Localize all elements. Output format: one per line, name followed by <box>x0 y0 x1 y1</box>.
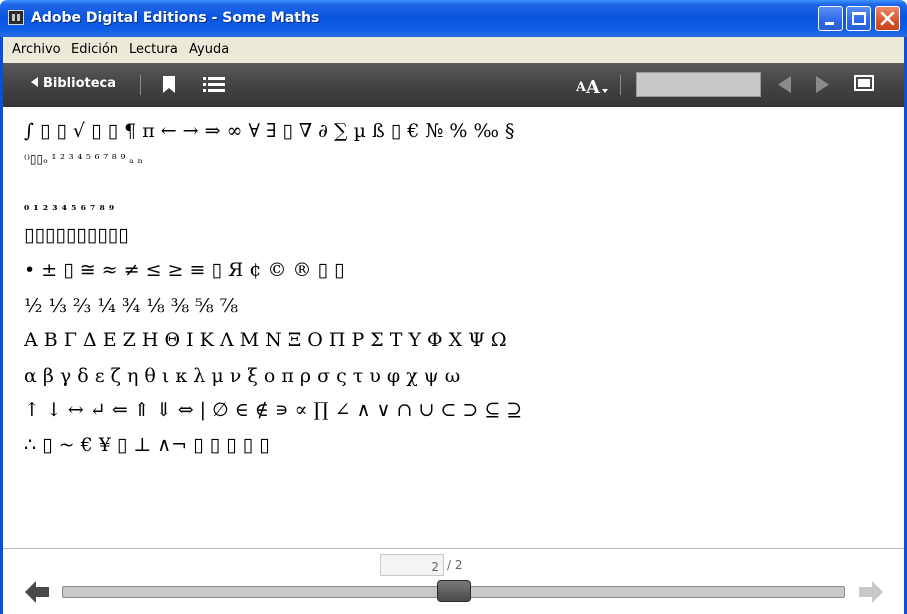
app-icon <box>8 10 24 25</box>
page-total: / 2 <box>447 558 463 572</box>
menu-lectura[interactable]: Lectura <box>129 42 178 57</box>
window-title: Adobe Digital Editions - Some Maths <box>31 10 320 26</box>
toolbar-separator <box>140 75 141 95</box>
previous-page-arrow-icon[interactable] <box>25 581 49 603</box>
pager-bar: / 2 <box>3 548 904 614</box>
minimize-button[interactable] <box>818 6 843 31</box>
toolbar: Biblioteca A A <box>3 63 904 107</box>
close-icon <box>880 11 895 26</box>
content-line: ▯▯▯▯▯▯▯▯▯▯ <box>24 224 129 246</box>
next-page-icon[interactable] <box>815 76 829 93</box>
content-line: ↑ ↓ ↔ ↵ ⇐ ⇑ ⇓ ⇔ | ∅ ∈ ∉ ∍ ∝ ∏ ∠ ∧ ∨ ∩ ∪ … <box>24 399 523 421</box>
menu-ayuda[interactable]: Ayuda <box>189 42 229 57</box>
content-line: ∫ ▯ ▯ √ ▯ ▯ ¶ π ← → ⇒ ∞ ∀ ∃ ▯ ∇ ∂ ∑ µ ß … <box>24 120 515 142</box>
content-line: ½ ⅓ ⅔ ¼ ¾ ⅛ ⅜ ⅝ ⅞ <box>24 295 239 317</box>
content-line: • ± ▯ ≅ ≈ ≠ ≤ ≥ ≡ ▯ Я ¢ © ® ▯ ▯ <box>24 259 345 281</box>
library-button[interactable]: Biblioteca <box>31 76 116 91</box>
search-input[interactable] <box>636 72 761 97</box>
maximize-button[interactable] <box>846 6 871 31</box>
close-button[interactable] <box>875 6 900 31</box>
page-number-input[interactable] <box>380 554 444 576</box>
menu-bar: Archivo Edición Lectura Ayuda <box>0 37 907 63</box>
fullscreen-icon[interactable] <box>854 75 874 91</box>
bookmark-icon[interactable] <box>163 76 175 93</box>
maximize-icon <box>852 12 866 25</box>
content-line: Α Β Γ Δ Ε Ζ Η Θ Ι Κ Λ Μ Ν Ξ Ο Π Ρ Σ Τ Υ … <box>24 329 507 351</box>
content-line: ⁽⁾▯▯ₒ ¹ ² ³ ⁴ ⁵ ⁶ ⁷ ⁸ ⁹ ₐ ₙ <box>24 152 143 166</box>
menu-edicion[interactable]: Edición <box>71 42 118 57</box>
page-slider-thumb[interactable] <box>436 580 471 602</box>
toolbar-separator <box>620 75 621 95</box>
content-line: ₀ ₁ ₂ ₃ ₄ ₅ ₆ ₇ ₈ ₉ <box>24 199 115 213</box>
svg-text:A: A <box>585 77 601 96</box>
table-of-contents-icon[interactable] <box>203 77 225 92</box>
content-line: ∴ ▯ ~ € ¥ ▯ ⊥ ∧¬ ▯ ▯ ▯ ▯ ▯ <box>24 434 270 456</box>
reading-pane[interactable]: ∫ ▯ ▯ √ ▯ ▯ ¶ π ← → ⇒ ∞ ∀ ∃ ▯ ∇ ∂ ∑ µ ß … <box>3 107 904 548</box>
library-label: Biblioteca <box>43 76 117 91</box>
minimize-icon <box>825 22 834 25</box>
back-arrow-icon <box>31 77 38 87</box>
menu-archivo[interactable]: Archivo <box>12 42 61 57</box>
previous-page-icon[interactable] <box>778 76 792 93</box>
title-bar[interactable]: Adobe Digital Editions - Some Maths <box>0 0 907 37</box>
next-page-arrow-icon[interactable] <box>859 581 883 603</box>
font-size-icon[interactable]: A A <box>576 74 610 96</box>
content-line: α β γ δ ε ζ η θ ι κ λ μ ν ξ ο π ρ σ ς τ … <box>24 365 461 387</box>
